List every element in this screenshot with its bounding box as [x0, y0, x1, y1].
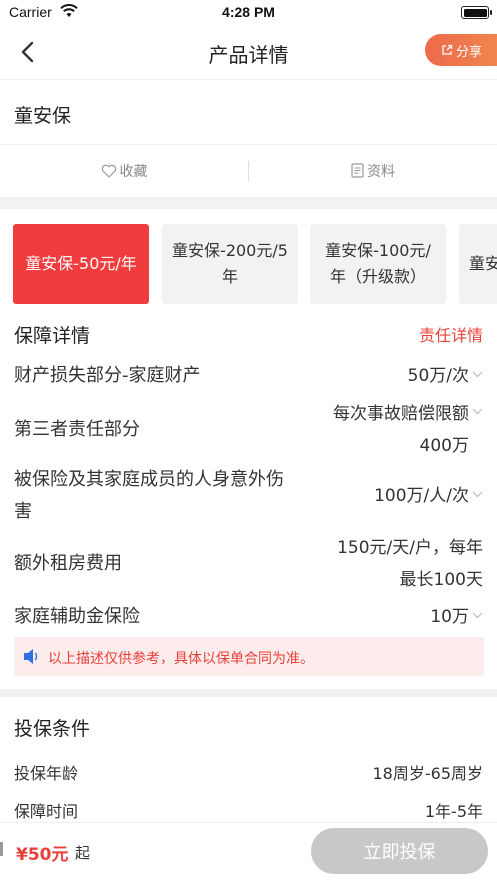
coverage-label: 第三者责任部分 — [14, 419, 140, 440]
favorite-button[interactable]: 收藏 — [0, 161, 248, 181]
share-label: 分享 — [456, 44, 483, 60]
plan-option-4yr[interactable]: 童安保4年 — [459, 224, 497, 304]
responsibility-details-link[interactable]: 责任详情 — [419, 322, 483, 346]
purchase-footer: ¥50元 起 立即投保 — [0, 822, 497, 883]
buy-now-button[interactable]: 立即投保 — [311, 828, 488, 874]
coverage-value: 150元/天/户，每年最长100天 — [337, 538, 483, 590]
coverage-label: 额外租房费用 — [14, 553, 122, 574]
chevron-down-icon[interactable] — [472, 612, 483, 619]
coverage-value[interactable]: 50万/次 — [408, 360, 469, 392]
edge-indicator — [0, 842, 3, 856]
condition-value: 18周岁-65周岁 — [372, 764, 484, 783]
price: ¥50元 — [16, 845, 69, 865]
condition-label: 投保年龄 — [14, 764, 79, 783]
conditions-title: 投保条件 — [14, 718, 91, 740]
favorite-label: 收藏 — [119, 164, 148, 180]
price-suffix: 起 — [75, 844, 91, 862]
plan-option-50[interactable]: 童安保-50元/年 — [13, 224, 149, 304]
disclaimer-banner: 以上描述仅供参考，具体以保单合同为准。 — [14, 637, 484, 676]
plan-option-100[interactable]: 童安保-100元/年（升级款） — [310, 224, 446, 304]
speaker-icon — [24, 649, 38, 664]
coverage-label: 家庭辅助金保险 — [14, 606, 140, 627]
nav-bar: 产品详情 分享 — [0, 26, 497, 80]
coverage-value[interactable]: 10万 — [430, 601, 469, 633]
chevron-down-icon[interactable] — [472, 491, 483, 498]
plan-selector: 童安保-50元/年 童安保-200元/5年 童安保-100元/年（升级款） 童安… — [0, 224, 497, 304]
battery-icon — [461, 6, 492, 19]
coverage-value[interactable]: 每次事故赔偿限额400万 — [319, 398, 469, 462]
action-row: 收藏 资料 — [0, 145, 497, 197]
heart-icon — [101, 164, 116, 178]
coverage-value[interactable]: 100万/人/次 — [374, 480, 469, 512]
coverage-title: 保障详情 — [14, 325, 91, 347]
disclaimer-text: 以上描述仅供参考，具体以保单合同为准。 — [48, 651, 314, 667]
docs-label: 资料 — [367, 164, 395, 180]
status-bar: Carrier 4:28 PM — [0, 0, 497, 26]
section-gap — [0, 197, 497, 209]
coverage-label: 被保险及其家庭成员的人身意外伤害 — [14, 469, 284, 522]
status-time: 4:28 PM — [222, 4, 275, 20]
page-title: 产品详情 — [208, 43, 289, 67]
chevron-down-icon[interactable] — [472, 371, 483, 378]
section-gap — [0, 689, 497, 697]
share-icon — [442, 44, 453, 55]
document-icon — [351, 163, 364, 178]
share-button[interactable]: 分享 — [425, 34, 497, 66]
condition-value: 1年-5年 — [424, 802, 483, 821]
product-name: 童安保 — [14, 105, 72, 127]
docs-button[interactable]: 资料 — [249, 161, 497, 181]
plan-option-200[interactable]: 童安保-200元/5年 — [162, 224, 298, 304]
chevron-down-icon[interactable] — [472, 408, 483, 415]
condition-label: 保障时间 — [14, 802, 79, 821]
coverage-label: 财产损失部分-家庭财产 — [14, 365, 201, 386]
